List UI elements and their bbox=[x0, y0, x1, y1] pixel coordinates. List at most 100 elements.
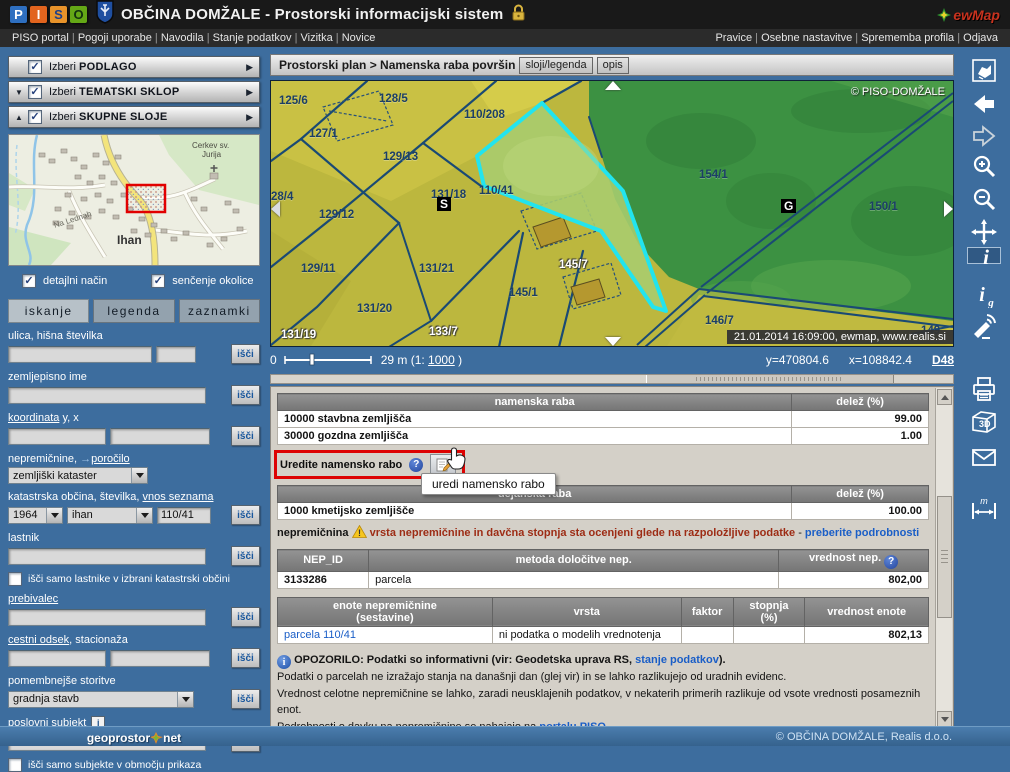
isci-zemljepisno-button[interactable]: išči bbox=[231, 385, 260, 405]
tematski-checkbox[interactable]: ✓ bbox=[28, 85, 42, 99]
table-row: 30000 gozdna zemljišča 1.00 bbox=[278, 428, 929, 445]
pan-right-arrow[interactable] bbox=[944, 201, 953, 217]
menu-item-piso-portal[interactable]: PISO portal bbox=[12, 32, 78, 44]
horizontal-scrollbar-thumb[interactable] bbox=[646, 375, 894, 383]
geoprostor-logo[interactable]: geoprostornet bbox=[0, 731, 268, 745]
datum-link[interactable]: D48 bbox=[932, 353, 954, 367]
porocilo-link[interactable]: poročilo bbox=[91, 453, 130, 465]
horizontal-scrollbar[interactable] bbox=[270, 374, 954, 384]
vnos-seznama-link[interactable]: vnos seznama bbox=[143, 491, 214, 503]
mail-button[interactable] bbox=[970, 443, 998, 476]
prebivalec-link[interactable]: prebivalec bbox=[8, 593, 58, 605]
detajlni-nacin-checkbox[interactable]: ✓ bbox=[22, 274, 36, 288]
accordion-label: Izberi SKUPNE SLOJE bbox=[49, 111, 168, 123]
help-icon[interactable]: ? bbox=[884, 555, 898, 569]
vertical-scrollbar[interactable] bbox=[935, 388, 952, 728]
menu-item-pravice[interactable]: Pravice bbox=[715, 32, 761, 44]
lastnik-input[interactable] bbox=[8, 548, 206, 565]
menu-item-nastavitve[interactable]: Osebne nastavitve bbox=[761, 32, 861, 44]
help-icon[interactable]: ? bbox=[409, 458, 423, 472]
lastnik-filter: išči samo lastnike v izbrani katastrski … bbox=[8, 572, 260, 586]
isci-parcela-button[interactable]: išči bbox=[231, 505, 260, 525]
ko-ime-select[interactable]: ihan bbox=[67, 507, 153, 524]
menu-item-stanje[interactable]: Stanje podatkov bbox=[213, 32, 301, 44]
sloji-legenda-button[interactable]: sloji/legenda bbox=[519, 57, 592, 74]
isci-lastnik-button[interactable]: išči bbox=[231, 546, 260, 566]
koordinata-x-input[interactable] bbox=[110, 428, 210, 445]
measure-button[interactable]: m bbox=[969, 495, 999, 528]
menu-item-pogoji[interactable]: Pogoji uporabe bbox=[78, 32, 161, 44]
vertical-scrollbar-thumb[interactable] bbox=[937, 496, 952, 618]
isci-prebivalec-button[interactable]: išči bbox=[231, 607, 260, 627]
isci-koordinata-button[interactable]: išči bbox=[231, 426, 260, 446]
cestni-odsek-link[interactable]: cestni odsek bbox=[8, 634, 69, 646]
parcela-link[interactable]: parcela 110/41 bbox=[284, 629, 356, 641]
accordion-tematski-sklop[interactable]: ▼ ✓ Izberi TEMATSKI SKLOP ▶ bbox=[8, 81, 260, 103]
zoom-in-button[interactable] bbox=[970, 153, 998, 186]
preberite-podrobnosti-link[interactable]: preberite podrobnosti bbox=[805, 527, 919, 539]
full-extent-button[interactable] bbox=[970, 57, 998, 90]
storitve-select[interactable]: gradnja stavb bbox=[8, 691, 194, 708]
zemljepisno-input[interactable] bbox=[8, 387, 206, 404]
pan-down-arrow[interactable] bbox=[605, 337, 621, 346]
podlago-checkbox[interactable]: ✓ bbox=[28, 60, 42, 74]
menu-item-odjava[interactable]: Odjava bbox=[963, 32, 998, 44]
ulica-input[interactable] bbox=[8, 346, 152, 363]
tab-legenda[interactable]: legenda bbox=[93, 299, 174, 323]
stacionaza-input[interactable] bbox=[110, 650, 210, 667]
isci-ulica-button[interactable]: išči bbox=[231, 344, 260, 364]
3d-view-button[interactable]: 3D bbox=[969, 408, 999, 441]
menu-item-novice[interactable]: Novice bbox=[342, 32, 376, 44]
cestni-odsek-input[interactable] bbox=[8, 650, 106, 667]
parcela-input[interactable] bbox=[157, 507, 211, 524]
menu-item-profil[interactable]: Sprememba profila bbox=[861, 32, 963, 44]
accordion-podlago[interactable]: ✓ Izberi PODLAGO ▶ bbox=[8, 56, 260, 78]
pan-up-arrow[interactable] bbox=[605, 81, 621, 90]
accordion-label: Izberi TEMATSKI SKLOP bbox=[49, 86, 180, 98]
parcel-label: 127/1 bbox=[309, 128, 338, 140]
pan-left-arrow[interactable] bbox=[271, 201, 280, 217]
nepremicnina-table: NEP_ID metoda določitve nep. vrednost ne… bbox=[277, 549, 929, 589]
info-group-tool-button[interactable]: ig bbox=[970, 280, 998, 313]
info-tool-button[interactable]: i bbox=[967, 247, 1001, 264]
scroll-up-arrow[interactable] bbox=[937, 389, 952, 405]
geoprostor-star-icon bbox=[150, 732, 163, 744]
isci-cestni-button[interactable]: išči bbox=[231, 648, 260, 668]
parcel-label: 131/20 bbox=[357, 303, 392, 315]
gps-tool-button[interactable] bbox=[970, 312, 998, 345]
edit-label: Uredite namensko rabo bbox=[280, 459, 402, 471]
prebivalec-input[interactable] bbox=[8, 609, 206, 626]
sencenje-okolice-checkbox[interactable]: ✓ bbox=[151, 274, 165, 288]
zoom-out-button[interactable] bbox=[970, 186, 998, 219]
dejanska-raba-table: dejanska raba delež (%) 1000 kmetijsko z… bbox=[277, 485, 929, 520]
menu-item-navodila[interactable]: Navodila bbox=[161, 32, 213, 44]
subjekt-filter-checkbox[interactable] bbox=[8, 758, 22, 772]
nepremicnine-label: nepremičnine, →poročilo bbox=[8, 453, 260, 465]
koordinata-y-input[interactable] bbox=[8, 428, 106, 445]
lastnik-filter-checkbox[interactable] bbox=[8, 572, 22, 586]
map-marker: G bbox=[781, 199, 796, 213]
hisna-stevilka-input[interactable] bbox=[156, 346, 196, 363]
scale-slider-handle[interactable] bbox=[310, 354, 314, 365]
accordion-skupni-sloji[interactable]: ▲ ✓ Izberi SKUPNE SLOJE ▶ bbox=[8, 106, 260, 128]
tab-zaznamki[interactable]: zaznamki bbox=[179, 299, 260, 323]
scale-slider[interactable] bbox=[283, 353, 375, 366]
overview-map[interactable]: Cerkev sv.Jurija Ihan Na Lednah bbox=[8, 134, 260, 266]
scroll-down-arrow[interactable] bbox=[937, 711, 952, 727]
scale-value[interactable]: 1000 bbox=[428, 353, 455, 367]
main-area: Prostorski plan > Namenska raba površin … bbox=[268, 47, 957, 726]
forward-button[interactable] bbox=[970, 122, 998, 155]
print-button[interactable] bbox=[970, 375, 998, 408]
stanje-podatkov-link[interactable]: stanje podatkov bbox=[635, 654, 719, 666]
isci-storitve-button[interactable]: išči bbox=[231, 689, 260, 709]
kataster-select[interactable]: zemljiški kataster bbox=[8, 467, 148, 484]
opis-button[interactable]: opis bbox=[597, 57, 629, 74]
back-button[interactable] bbox=[970, 90, 998, 123]
ko-sifra-select[interactable]: 1964 bbox=[8, 507, 63, 524]
tab-iskanje[interactable]: iskanje bbox=[8, 299, 89, 323]
skupni-checkbox[interactable]: ✓ bbox=[28, 110, 42, 124]
map-viewport[interactable]: 125/6128/5127/1110/208129/1328/4131/1811… bbox=[270, 80, 954, 347]
menu-item-vizitka[interactable]: Vizitka bbox=[301, 32, 342, 44]
koordinata-link[interactable]: koordinata bbox=[8, 412, 59, 424]
overview-extent-rectangle[interactable] bbox=[127, 185, 165, 212]
